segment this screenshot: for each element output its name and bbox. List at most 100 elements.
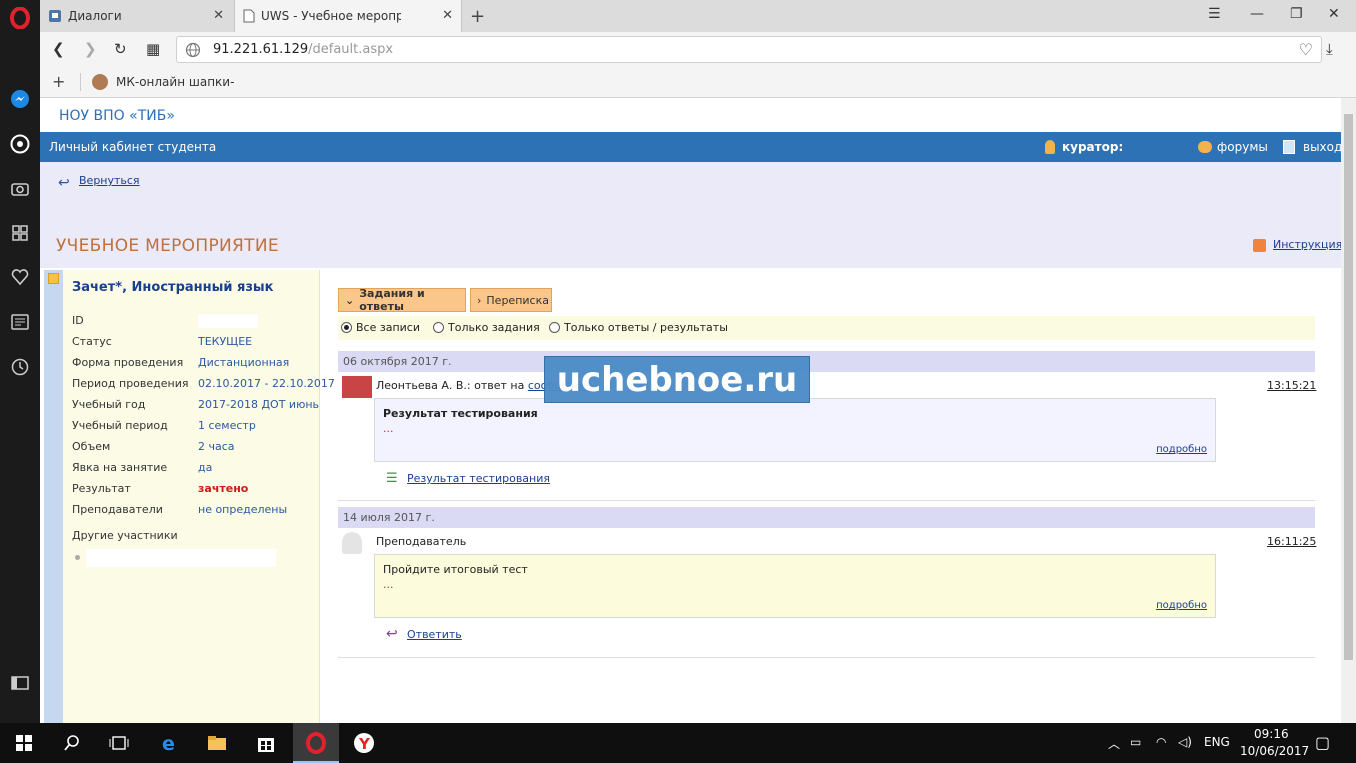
opera-logo-icon[interactable] <box>9 7 31 29</box>
instruction-link[interactable]: Инструкция <box>1273 238 1342 251</box>
window-close-icon[interactable]: ✕ <box>1328 6 1340 22</box>
message-time[interactable]: 16:11:25 <box>1267 535 1316 548</box>
svg-text:Y: Y <box>358 735 371 753</box>
forums-link[interactable]: форумы <box>1217 140 1268 154</box>
restore-icon[interactable]: ❐ <box>1290 6 1303 22</box>
other-participants-label: Другие участники <box>72 529 178 542</box>
back-arrow-icon[interactable]: ↩ <box>58 175 70 191</box>
speed-dial-grid-icon[interactable]: ▦ <box>146 40 160 58</box>
result-value: зачтено <box>198 482 249 495</box>
clock-date[interactable]: 10/06/2017 <box>1240 744 1309 758</box>
tab-close-icon[interactable]: ✕ <box>213 8 224 23</box>
reload-icon[interactable]: ↻ <box>114 40 127 58</box>
filter-answers-radio[interactable]: Только ответы / результаты <box>549 321 728 334</box>
reply-arrow-icon: ↩ <box>386 626 398 642</box>
curator-icon <box>1045 140 1055 154</box>
store-icon[interactable] <box>254 731 278 755</box>
file-explorer-icon[interactable] <box>205 731 229 755</box>
id-redacted <box>198 314 258 328</box>
windows-taskbar: e Y ︿ ▭ ◠ ◁) ENG 09:16 10/06/2017 ▢ <box>0 723 1356 763</box>
whatsapp-icon[interactable] <box>9 133 31 155</box>
news-icon[interactable] <box>9 311 31 333</box>
filter-all-radio[interactable]: Все записи <box>341 321 420 334</box>
wifi-icon[interactable]: ◠ <box>1156 735 1166 749</box>
tab-menu-icon[interactable]: ☰ <box>1208 6 1221 22</box>
heart-icon[interactable] <box>9 266 31 288</box>
message-body: Результат тестирования ... подробно <box>374 398 1216 462</box>
top-nav-bar: Личный кабинет студента куратор: форумы … <box>40 132 1342 162</box>
attachment-link[interactable]: Результат тестирования <box>407 472 550 485</box>
more-link[interactable]: подробно <box>1156 444 1207 455</box>
search-icon[interactable] <box>60 731 84 755</box>
message-author: Преподаватель <box>376 535 467 548</box>
edge-icon[interactable]: e <box>158 731 182 755</box>
chevron-down-icon: ⌄ <box>345 293 355 307</box>
opera-sidebar <box>0 0 40 723</box>
message-date: 06 октября 2017 г. <box>338 351 1315 372</box>
minimize-icon[interactable]: — <box>1250 6 1264 22</box>
exit-icon <box>1283 140 1295 154</box>
back-arrow-icon[interactable]: ❮ <box>52 40 65 58</box>
camera-icon[interactable] <box>9 177 31 199</box>
add-bookmark-icon[interactable]: + <box>52 72 65 91</box>
messenger-icon[interactable] <box>9 88 31 110</box>
site-title[interactable]: НОУ ВПО «ТИБ» <box>59 108 175 124</box>
divider <box>80 73 81 91</box>
reply-link[interactable]: Ответить <box>407 628 462 641</box>
language-indicator[interactable]: ENG <box>1204 735 1230 749</box>
bookmark-item[interactable]: МК-онлайн шапки- <box>116 75 234 89</box>
page-title: УЧЕБНОЕ МЕРОПРИЯТИЕ <box>56 236 279 256</box>
tab-title: Диалоги <box>68 9 122 23</box>
tray-expand-icon[interactable]: ︿ <box>1108 735 1120 752</box>
notifications-icon[interactable]: ▢ <box>1315 733 1330 752</box>
windows-start-icon[interactable] <box>12 731 36 755</box>
speed-dial-icon[interactable] <box>9 222 31 244</box>
watermark: uchebnoe.ru <box>544 356 810 403</box>
download-icon[interactable]: ⤓ <box>1326 40 1333 58</box>
avatar <box>342 376 372 398</box>
filter-tasks-radio[interactable]: Только задания <box>433 321 540 334</box>
svg-text:e: e <box>162 733 175 753</box>
tab-title: UWS - Учебное мероприятие <box>261 9 401 23</box>
curator-label[interactable]: куратор: <box>1062 140 1123 154</box>
page-favicon-icon <box>243 9 255 23</box>
cabinet-title: Личный кабинет студента <box>49 140 217 154</box>
battery-icon[interactable]: ▭ <box>1130 735 1141 749</box>
tab-correspondence[interactable]: › Переписка <box>470 288 552 312</box>
web-page: НОУ ВПО «ТИБ» Личный кабинет студента ку… <box>40 98 1356 723</box>
volume-icon[interactable]: ◁) <box>1178 735 1192 749</box>
avatar-placeholder <box>342 532 362 554</box>
tab-tasks-answers[interactable]: ⌄ Задания и ответы <box>338 287 466 313</box>
scroll-thumb[interactable] <box>1344 114 1353 660</box>
message-divider <box>338 500 1315 501</box>
message-text: Пройдите итоговый тест <box>383 563 528 576</box>
results-list-icon: ☰ <box>386 471 398 486</box>
page-scrollbar[interactable] <box>1341 98 1356 723</box>
task-view-icon[interactable] <box>107 731 131 755</box>
history-icon[interactable] <box>9 356 31 378</box>
message-title: Результат тестирования <box>383 407 538 420</box>
message-divider <box>338 657 1315 658</box>
message-time[interactable]: 13:15:21 <box>1267 379 1316 392</box>
participant-bullet <box>75 555 80 560</box>
tab-dialogs[interactable]: Диалоги ✕ <box>40 0 232 32</box>
url-field[interactable]: 91.221.61.129/default.aspx ♡ <box>176 36 1322 63</box>
sidebar-toggle-icon[interactable] <box>9 672 31 694</box>
taskbar-opera-active[interactable] <box>293 723 339 763</box>
chevron-right-icon: › <box>477 293 482 307</box>
participant-redacted <box>86 549 276 567</box>
opera-taskbar-icon <box>304 731 328 755</box>
message-ellipsis: ... <box>383 578 394 591</box>
clock-time[interactable]: 09:16 <box>1254 727 1289 741</box>
new-tab-plus-icon[interactable]: + <box>470 6 485 27</box>
bookmark-heart-icon[interactable]: ♡ <box>1299 40 1313 59</box>
tab-uws[interactable]: UWS - Учебное мероприятие ✕ <box>234 0 462 32</box>
more-link[interactable]: подробно <box>1156 600 1207 611</box>
exit-link[interactable]: выход <box>1303 140 1342 154</box>
yandex-browser-icon[interactable]: Y <box>352 731 376 755</box>
forward-arrow-icon[interactable]: ❯ <box>84 40 97 58</box>
bookmarks-bar: + МК-онлайн шапки- <box>40 67 1356 98</box>
tab-close-icon[interactable]: ✕ <box>442 8 453 23</box>
back-link[interactable]: Вернуться <box>79 174 140 187</box>
bookmark-favicon-icon <box>92 74 108 90</box>
